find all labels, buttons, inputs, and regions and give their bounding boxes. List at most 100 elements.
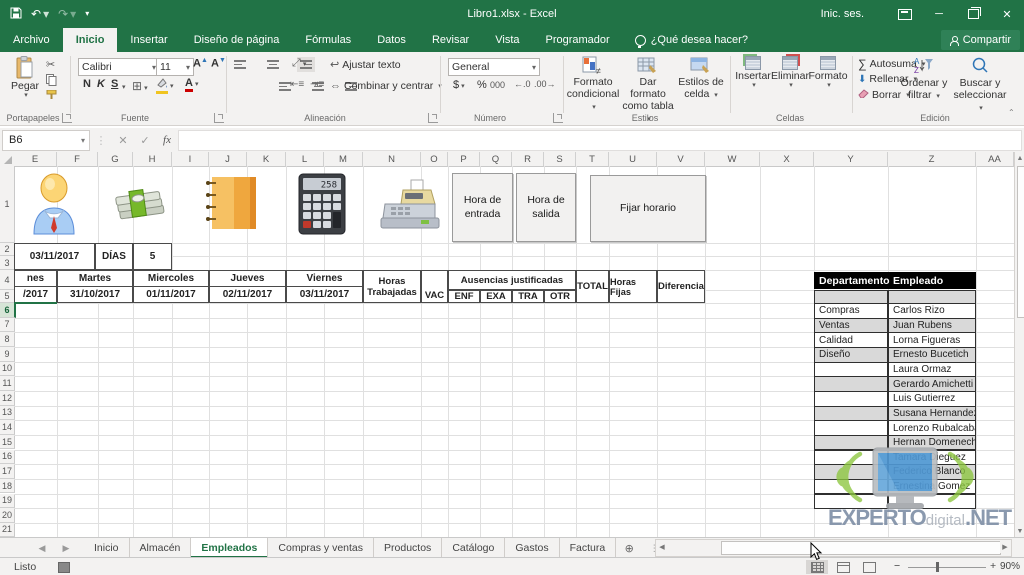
header-diferencia[interactable]: Diferencia xyxy=(657,270,705,303)
employee-dept[interactable]: Ventas xyxy=(814,317,888,334)
menu-tab-revisar[interactable]: Revisar xyxy=(419,28,482,52)
column-header-O[interactable]: O xyxy=(421,152,448,167)
select-all-corner[interactable] xyxy=(0,152,15,167)
employee-name[interactable]: Juan Rubens xyxy=(888,317,976,334)
column-header-U[interactable]: U xyxy=(609,152,657,167)
column-header-X[interactable]: X xyxy=(760,152,814,167)
employee-dept[interactable] xyxy=(814,434,888,451)
column-header-R[interactable]: R xyxy=(512,152,544,167)
row-header-13[interactable]: 13 xyxy=(0,405,15,421)
row-header-18[interactable]: 18 xyxy=(0,478,15,494)
form-button-3[interactable]: Fijar horario xyxy=(590,175,706,242)
row-header-20[interactable]: 20 xyxy=(0,508,15,523)
menu-tab-fórmulas[interactable]: Fórmulas xyxy=(292,28,364,52)
cancel-icon[interactable]: ✕ xyxy=(112,134,134,147)
column-header-AA[interactable]: AA xyxy=(976,152,1014,167)
employee-dept[interactable]: Calidad xyxy=(814,332,888,348)
namebox-splitter[interactable]: ⋮ xyxy=(90,134,112,147)
row-header-11[interactable]: 11 xyxy=(0,376,15,391)
orientation-icon[interactable]: ⤢ ▾ xyxy=(292,57,306,70)
day-column-5[interactable]: Viernes 03/11/2017 xyxy=(286,270,363,303)
save-icon[interactable] xyxy=(10,7,22,21)
column-header-G[interactable]: G xyxy=(98,152,133,167)
scroll-down-icon[interactable]: ▼ xyxy=(1015,525,1024,537)
italic-button[interactable]: K xyxy=(94,78,108,90)
customize-qat-icon[interactable]: ▾ xyxy=(85,10,89,18)
borders-icon[interactable]: ⊞ ▾ xyxy=(132,79,148,93)
formula-input[interactable] xyxy=(178,129,1022,151)
cell-dias-label[interactable]: DÍAS xyxy=(95,243,133,270)
dialog-launcher-icon[interactable] xyxy=(214,113,224,123)
normal-view-button[interactable] xyxy=(806,560,828,574)
row-header-5[interactable]: 5 xyxy=(0,290,15,303)
menu-tab-archivo[interactable]: Archivo xyxy=(0,28,63,52)
row-header-15[interactable]: 15 xyxy=(0,434,15,450)
font-name-combo[interactable]: Calibri ▾ xyxy=(78,58,160,76)
row-header-9[interactable]: 9 xyxy=(0,347,15,362)
restore-button[interactable] xyxy=(956,0,990,28)
underline-button[interactable]: S xyxy=(108,78,121,90)
horizontal-scroll-thumb[interactable] xyxy=(721,541,1001,555)
conditional-formatting-button[interactable]: ≠ Formato condicional ▾ xyxy=(567,56,619,112)
paste-button[interactable]: Pegar ▾ xyxy=(8,56,42,100)
cut-icon[interactable]: ✂ xyxy=(46,58,55,71)
scroll-left-icon[interactable]: ◀ xyxy=(657,541,667,553)
cash-register-image[interactable] xyxy=(377,178,441,239)
increase-indent-icon[interactable]: ⇥≡ xyxy=(310,79,324,90)
format-painter-icon[interactable] xyxy=(46,89,57,105)
sheet-tab-inicio[interactable]: Inicio xyxy=(84,538,130,558)
chevron-down-icon[interactable]: ▾ xyxy=(122,83,126,91)
column-header-H[interactable]: H xyxy=(133,152,172,167)
menu-tab-insertar[interactable]: Insertar xyxy=(117,28,180,52)
form-button-1[interactable]: Hora de entrada xyxy=(452,173,513,242)
employee-dept[interactable] xyxy=(814,449,888,466)
employee-name[interactable] xyxy=(888,493,976,510)
menu-tab-vista[interactable]: Vista xyxy=(482,28,532,52)
notebook-image[interactable] xyxy=(202,175,262,236)
employee-name[interactable]: Tamara Dieguez xyxy=(888,449,976,466)
sheet-tab-gastos[interactable]: Gastos xyxy=(505,538,560,558)
header-exa[interactable]: EXA xyxy=(480,290,512,303)
next-sheet-icon[interactable]: ▶ xyxy=(54,538,78,558)
cell-date[interactable]: 03/11/2017 xyxy=(14,243,95,270)
enter-icon[interactable]: ✓ xyxy=(134,134,156,147)
employee-name[interactable]: Susana Hernandez xyxy=(888,405,976,422)
employee-name[interactable]: Lorenzo Rubalcaba xyxy=(888,420,976,436)
employee-name[interactable]: Ernestina Gomez xyxy=(888,478,976,495)
column-header-F[interactable]: F xyxy=(57,152,98,167)
insert-function-icon[interactable]: fx xyxy=(156,134,178,146)
row-header-16[interactable]: 16 xyxy=(0,449,15,465)
column-header-E[interactable]: E xyxy=(14,152,57,167)
row-header-2[interactable]: 2 xyxy=(0,243,15,256)
sheet-tab-almacén[interactable]: Almacén xyxy=(130,538,192,558)
row-header-3[interactable]: 3 xyxy=(0,256,15,270)
share-button[interactable]: Compartir xyxy=(940,30,1020,50)
employee-dept[interactable] xyxy=(814,493,888,510)
zoom-in-icon[interactable]: + xyxy=(990,560,996,572)
row-header-1[interactable]: 1 xyxy=(0,166,15,243)
day-column-1[interactable]: nes/2017 xyxy=(14,270,57,303)
sign-in-button[interactable]: Inic. ses. xyxy=(821,0,864,28)
column-header-V[interactable]: V xyxy=(657,152,705,167)
close-button[interactable]: ✕ xyxy=(990,0,1024,28)
dialog-launcher-icon[interactable] xyxy=(553,113,563,123)
scroll-right-icon[interactable]: ▶ xyxy=(1000,541,1010,553)
vertical-scrollbar[interactable]: ▲ ▼ xyxy=(1014,152,1024,537)
menu-tab-inicio[interactable]: Inicio xyxy=(62,28,118,52)
column-header-P[interactable]: P xyxy=(448,152,480,167)
employee-dept[interactable]: Compras xyxy=(814,303,888,319)
number-format-combo[interactable]: General ▾ xyxy=(448,58,540,76)
currency-format-icon[interactable]: $ ▾ xyxy=(450,79,468,91)
vertical-scroll-thumb[interactable] xyxy=(1016,166,1024,318)
person-image[interactable] xyxy=(30,172,78,241)
name-box[interactable]: B6 ▾ xyxy=(2,129,90,151)
sheet-tab-productos[interactable]: Productos xyxy=(374,538,443,558)
column-header-Z[interactable]: Z xyxy=(888,152,976,167)
column-header-T[interactable]: T xyxy=(576,152,609,167)
row-header-17[interactable]: 17 xyxy=(0,464,15,479)
cell-dias-value[interactable]: 5 xyxy=(133,243,172,270)
row-header-10[interactable]: 10 xyxy=(0,361,15,377)
header-horas-fijas[interactable]: Horas Fijas xyxy=(609,270,657,303)
column-header-W[interactable]: W xyxy=(705,152,760,167)
header-total[interactable]: TOTAL xyxy=(576,270,609,303)
